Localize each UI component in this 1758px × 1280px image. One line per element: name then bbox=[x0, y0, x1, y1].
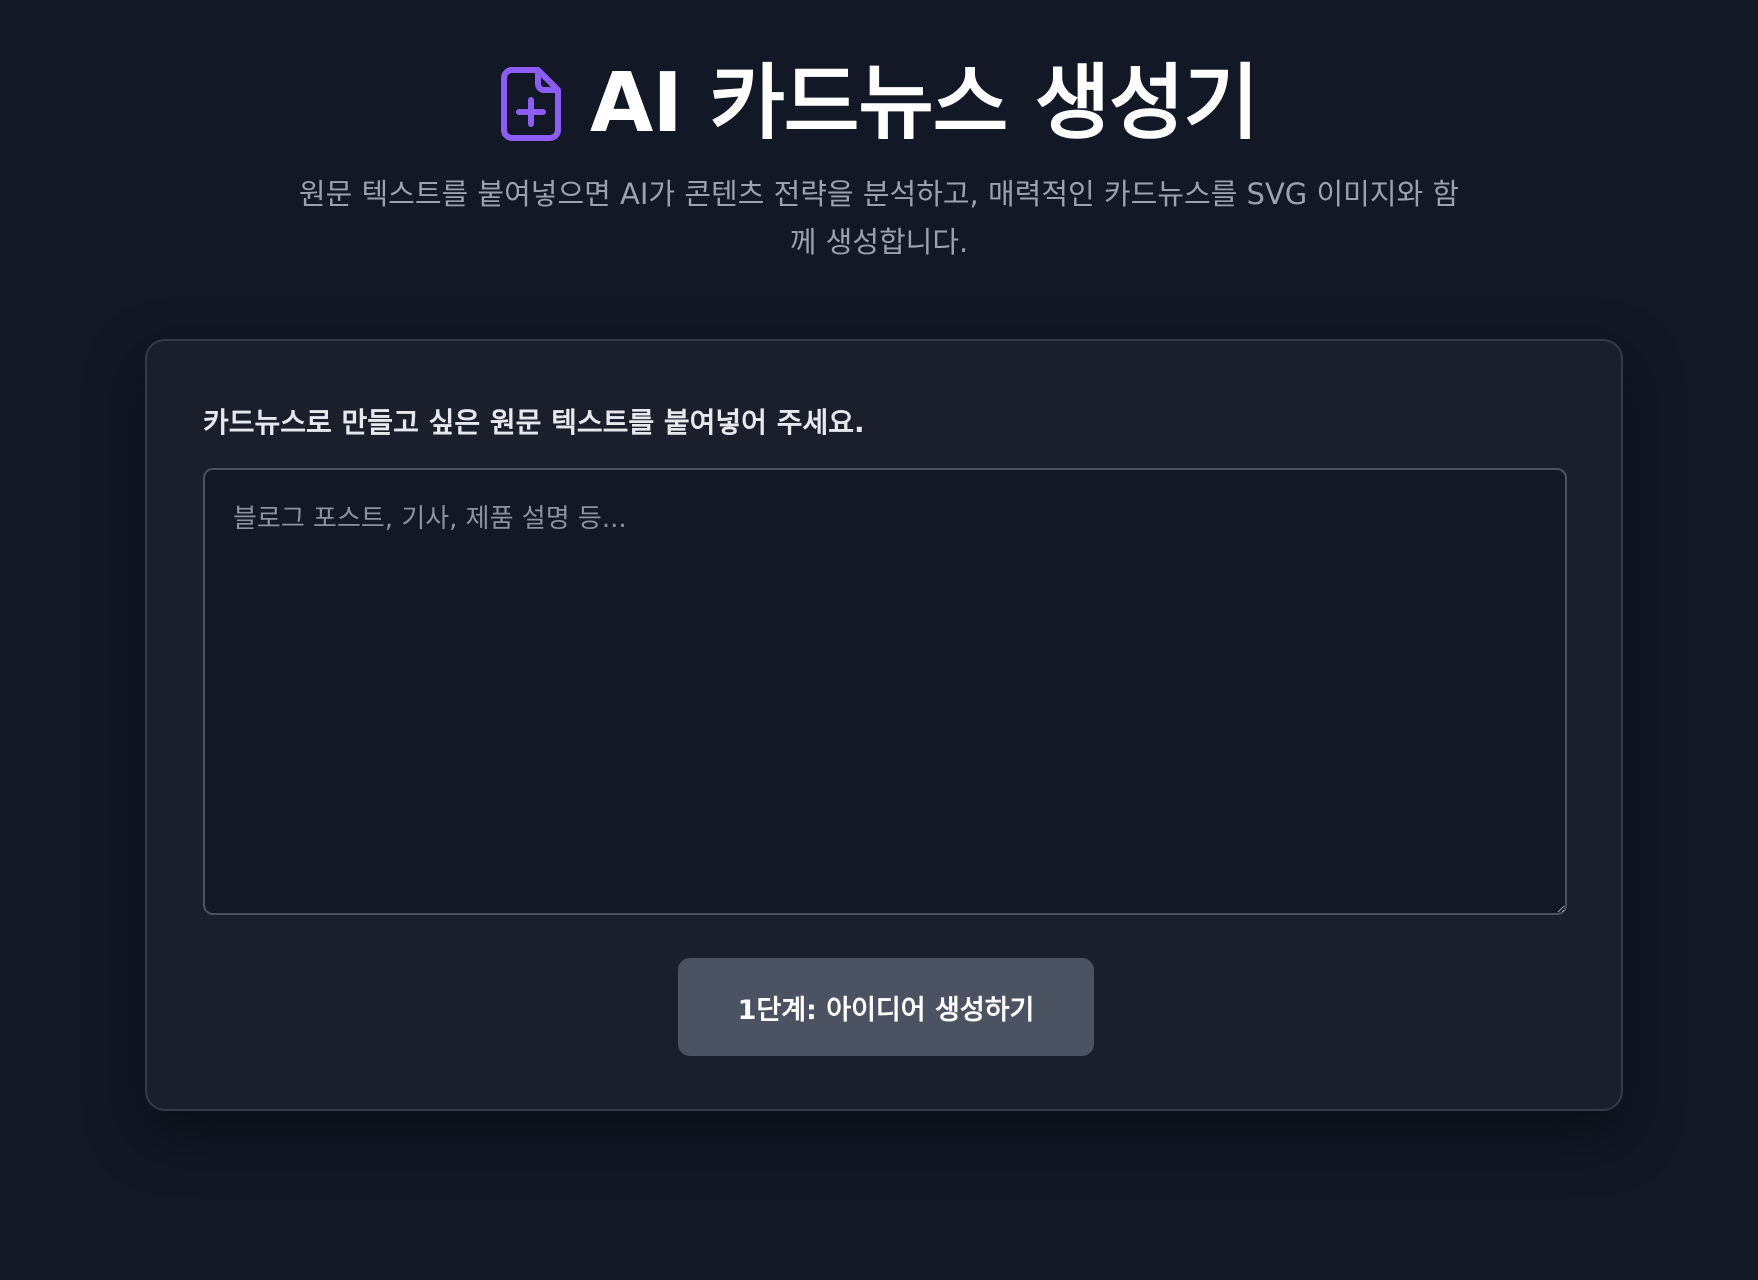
generate-ideas-button[interactable]: 1단계: 아이디어 생성하기 bbox=[678, 958, 1094, 1056]
file-plus-icon bbox=[500, 66, 562, 142]
page: AI 카드뉴스 생성기 원문 텍스트를 붙여넣으면 AI가 콘텐츠 전략을 분석… bbox=[0, 0, 1758, 1280]
page-title: AI 카드뉴스 생성기 bbox=[589, 56, 1259, 151]
source-text-input[interactable] bbox=[203, 468, 1567, 915]
header: AI 카드뉴스 생성기 bbox=[0, 54, 1758, 154]
page-subtitle: 원문 텍스트를 붙여넣으면 AI가 콘텐츠 전략을 분석하고, 매력적인 카드뉴… bbox=[298, 177, 1460, 259]
source-text-label: 카드뉴스로 만들고 싶은 원문 텍스트를 붙여넣어 주세요. bbox=[203, 406, 865, 439]
input-card: 카드뉴스로 만들고 싶은 원문 텍스트를 붙여넣어 주세요. 1단계: 아이디어… bbox=[145, 339, 1623, 1111]
